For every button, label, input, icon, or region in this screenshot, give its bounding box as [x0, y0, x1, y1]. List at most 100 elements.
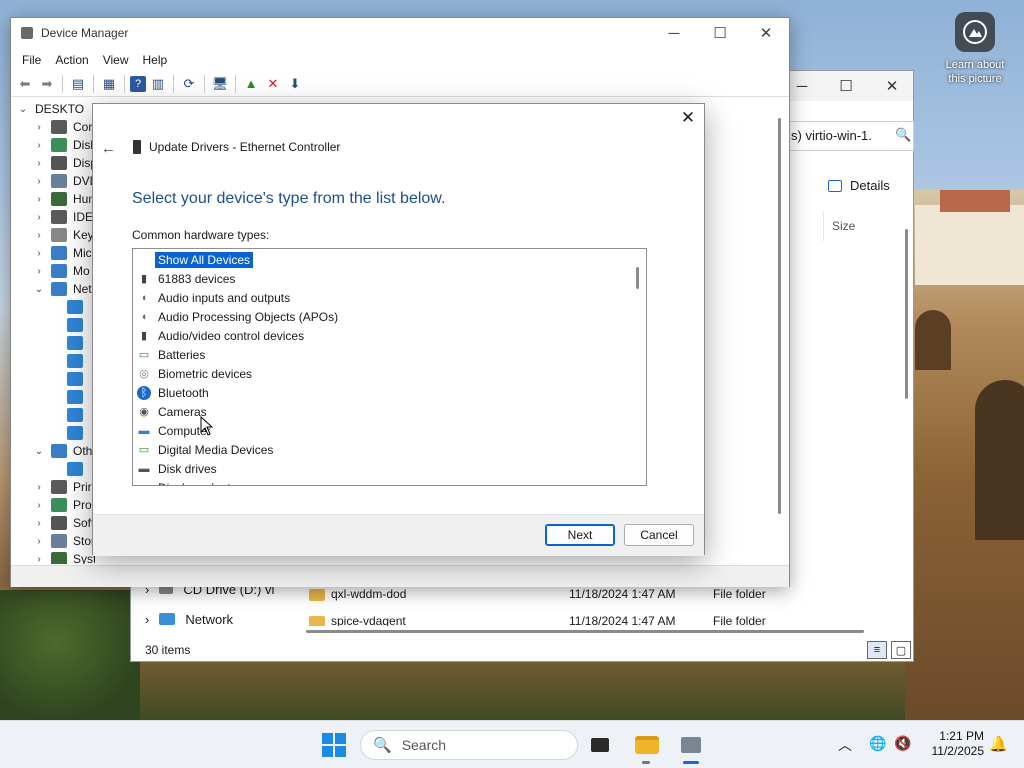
chevron-right-icon[interactable]: ›: [33, 122, 45, 133]
menu-help[interactable]: Help: [136, 49, 175, 71]
chevron-down-icon[interactable]: ⌄: [17, 104, 29, 115]
chevron-down-icon[interactable]: ⌄: [33, 446, 45, 457]
tree-node[interactable]: ›System devices: [33, 550, 95, 564]
list-item[interactable]: ◉ Cameras: [137, 402, 210, 421]
close-button[interactable]: ✕: [743, 18, 789, 48]
show-hide-console-tree-icon[interactable]: ▤: [68, 74, 88, 94]
task-view-icon[interactable]: [586, 731, 614, 759]
tree-node[interactable]: ⌄ Net: [33, 280, 92, 298]
back-arrow-icon[interactable]: ⬅: [15, 74, 35, 94]
cancel-button[interactable]: Cancel: [624, 524, 694, 546]
add-driver-icon[interactable]: ▲: [241, 74, 261, 94]
explorer-content-scrollbar[interactable]: [905, 229, 908, 399]
chevron-right-icon[interactable]: ›: [33, 266, 45, 277]
list-item[interactable]: ◖ Audio Processing Objects (APOs): [137, 307, 341, 326]
menu-action[interactable]: Action: [48, 49, 95, 71]
tree-node[interactable]: [49, 424, 89, 442]
action-pane-icon[interactable]: ▥: [148, 74, 168, 94]
help-icon[interactable]: ?: [130, 75, 146, 92]
scan-hardware-icon[interactable]: 🖥: [210, 74, 230, 94]
tree-node[interactable]: › Disk: [33, 136, 95, 154]
chevron-right-icon[interactable]: ›: [33, 248, 45, 259]
update-driver-icon[interactable]: ⟳: [179, 74, 199, 94]
nav-item-network[interactable]: › Network: [145, 608, 233, 630]
minimize-button[interactable]: ─: [651, 18, 697, 48]
tree-node[interactable]: › Soft: [33, 514, 94, 532]
tree-node[interactable]: › Mo: [33, 262, 90, 280]
chevron-right-icon[interactable]: ›: [33, 536, 45, 547]
list-scroll-thumb[interactable]: [636, 267, 639, 289]
taskbar-search[interactable]: 🔍 Search: [360, 730, 578, 760]
learn-about-picture[interactable]: Learn about this picture: [940, 12, 1010, 86]
details-button[interactable]: Details: [828, 178, 890, 193]
properties-icon[interactable]: ▦: [99, 74, 119, 94]
chevron-down-icon[interactable]: ⌄: [33, 284, 45, 295]
hardware-types-list[interactable]: Show All Devices ▮ 61883 devices ◖ Audio inp…: [132, 248, 647, 486]
chevron-right-icon[interactable]: ›: [33, 230, 45, 241]
chevron-right-icon[interactable]: ›: [33, 194, 45, 205]
tree-node[interactable]: [49, 370, 89, 388]
chevron-right-icon[interactable]: ›: [33, 500, 45, 511]
list-item[interactable]: ▮ Audio/video control devices: [137, 326, 307, 345]
start-button[interactable]: [322, 733, 346, 757]
tree-node[interactable]: › Stor: [33, 532, 95, 550]
tree-node[interactable]: › Pro: [33, 496, 92, 514]
list-item[interactable]: ▭ Digital Media Devices: [137, 440, 276, 459]
file-explorer-icon[interactable]: [633, 731, 661, 759]
chevron-right-icon[interactable]: ›: [33, 158, 45, 169]
tree-node[interactable]: › Cor: [33, 118, 92, 136]
list-item[interactable]: ᛒ Bluetooth: [137, 383, 212, 402]
list-item[interactable]: ▭ Batteries: [137, 345, 208, 364]
details-view-icon[interactable]: ≡: [867, 641, 887, 659]
tree-node[interactable]: [49, 334, 89, 352]
maximize-button[interactable]: ☐: [697, 18, 743, 48]
volume-muted-icon[interactable]: 🔇: [894, 735, 911, 752]
device-tree-scrollbar[interactable]: [778, 118, 781, 514]
clock[interactable]: 1:21 PM 11/2/2025: [920, 729, 985, 759]
tree-node[interactable]: [49, 352, 89, 370]
tiles-view-icon[interactable]: ▢: [891, 641, 911, 659]
explorer-maximize-button[interactable]: ☐: [823, 75, 869, 97]
tree-node[interactable]: [49, 316, 89, 334]
forward-arrow-icon[interactable]: ➡: [37, 74, 57, 94]
explorer-horizontal-scrollbar[interactable]: [306, 630, 864, 633]
chevron-right-icon[interactable]: ›: [33, 554, 45, 565]
tree-node[interactable]: ›DVD: [33, 172, 95, 190]
search-icon[interactable]: 🔍: [895, 127, 911, 143]
tree-node[interactable]: ⌄ DESKTO: [17, 100, 84, 118]
tree-node[interactable]: ›Hum: [33, 190, 95, 208]
device-manager-taskbar-icon[interactable]: [677, 731, 705, 759]
chevron-right-icon[interactable]: ›: [33, 518, 45, 529]
list-item[interactable]: ▬ Disk drives: [137, 459, 220, 478]
size-column-header[interactable]: Size: [823, 211, 863, 241]
explorer-close-button[interactable]: ✕: [869, 75, 915, 97]
tree-node[interactable]: [49, 388, 89, 406]
chevron-right-icon[interactable]: ›: [33, 212, 45, 223]
list-item[interactable]: ▭ Display adapters: [137, 478, 250, 486]
chevron-right-icon[interactable]: ›: [33, 140, 45, 151]
download-icon[interactable]: ⬇: [285, 74, 305, 94]
tree-node[interactable]: [49, 460, 89, 478]
back-arrow-icon[interactable]: ←: [101, 140, 116, 157]
uninstall-device-icon[interactable]: ✕: [263, 74, 283, 94]
menu-view[interactable]: View: [96, 49, 136, 71]
next-button[interactable]: Next: [545, 524, 615, 546]
file-row[interactable]: spice-vdagent 11/18/2024 1:47 AM File fo…: [291, 610, 911, 626]
notification-bell-icon[interactable]: 🔔: [989, 735, 1008, 753]
tree-node[interactable]: › Disp: [33, 154, 95, 172]
tree-node[interactable]: › Prir: [33, 478, 92, 496]
tree-node[interactable]: › Mic: [33, 244, 92, 262]
globe-icon[interactable]: 🌐: [869, 735, 886, 752]
chevron-right-icon[interactable]: ›: [33, 176, 45, 187]
list-scrollbar[interactable]: [630, 249, 646, 485]
tree-node[interactable]: › Key: [33, 226, 94, 244]
list-item[interactable]: ◖ Audio inputs and outputs: [137, 288, 293, 307]
tree-node[interactable]: [49, 406, 89, 424]
tree-node[interactable]: ⌄ Oth: [33, 442, 92, 460]
tree-node[interactable]: [49, 298, 89, 316]
chevron-right-icon[interactable]: ›: [33, 482, 45, 493]
show-hidden-icons-chevron-icon[interactable]: ︿: [838, 735, 852, 755]
list-item[interactable]: ▮ 61883 devices: [137, 269, 238, 288]
list-item[interactable]: ◎ Biometric devices: [137, 364, 255, 383]
menu-file[interactable]: File: [15, 49, 48, 71]
